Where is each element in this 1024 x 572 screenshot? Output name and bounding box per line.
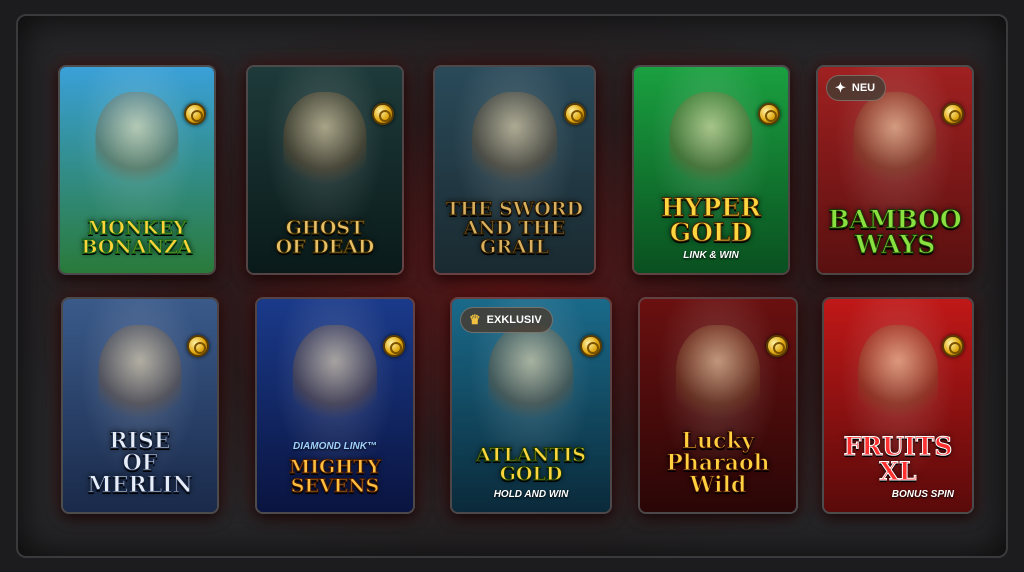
game-tile[interactable]: GHOST OF DEAD [246, 65, 404, 275]
game-tile[interactable]: FRUITS XL BONUS SPIN [822, 297, 974, 514]
game-title: FRUITS XL [843, 432, 953, 486]
badge-label: EXKLUSIV [486, 314, 542, 326]
game-character-art [488, 324, 574, 427]
jackpot-coin-icon [942, 103, 964, 125]
crown-icon: ♛ [469, 312, 481, 327]
new-badge: ✦ NEU [826, 75, 887, 101]
game-character-art [95, 91, 179, 191]
badge-label: NEU [851, 82, 876, 94]
game-character-art [471, 91, 558, 191]
game-tile[interactable]: MIGHTY SEVENS DIAMOND LINK™ [255, 297, 415, 514]
game-title: HYPER GOLD [660, 193, 762, 247]
game-title: BAMBOO WAYS [828, 205, 962, 259]
game-character-art [292, 324, 378, 427]
game-character-art [675, 324, 761, 427]
game-title: RISE OF MERLIN [87, 428, 193, 498]
game-subtitle: DIAMOND LINK™ [293, 441, 377, 452]
game-character-art [669, 91, 753, 191]
jackpot-coin-icon [758, 103, 780, 125]
sparkle-icon: ✦ [835, 80, 846, 95]
game-character-art [98, 324, 182, 427]
jackpot-coin-icon [942, 335, 964, 357]
jackpot-coin-icon [372, 103, 394, 125]
game-tile[interactable]: MONKEY BONANZA [58, 65, 216, 275]
game-subtitle: HOLD AND WIN [493, 489, 569, 500]
game-character-art [283, 91, 367, 191]
game-title: THE SWORD AND THE GRAIL [445, 198, 584, 258]
game-title: MONKEY BONANZA [81, 217, 193, 258]
jackpot-coin-icon [766, 335, 788, 357]
game-character-art [858, 324, 938, 427]
jackpot-coin-icon [187, 335, 209, 357]
jackpot-coin-icon [564, 103, 586, 125]
game-title: GHOST OF DEAD [275, 217, 375, 258]
exclusive-badge: ♛ EXKLUSIV [460, 307, 553, 333]
game-tile[interactable]: THE SWORD AND THE GRAIL [433, 65, 596, 275]
game-subtitle: BONUS SPIN [891, 489, 954, 500]
game-tile[interactable]: HYPER GOLD LINK & WIN [632, 65, 790, 275]
game-character-art [853, 91, 937, 191]
game-title: Lucky Pharaoh Wild [666, 428, 770, 498]
game-tile[interactable]: ATLANTIS GOLD HOLD AND WIN ♛ EXKLUSIV [450, 297, 612, 514]
jackpot-coin-icon [184, 103, 206, 125]
game-tile[interactable]: Lucky Pharaoh Wild [638, 297, 798, 514]
game-tile[interactable]: RISE OF MERLIN [61, 297, 219, 514]
game-title: ATLANTIS GOLD [475, 444, 587, 485]
game-subtitle: LINK & WIN [683, 250, 739, 261]
jackpot-coin-icon [383, 335, 405, 357]
game-tile[interactable]: BAMBOO WAYS ✦ NEU [816, 65, 974, 275]
jackpot-coin-icon [580, 335, 602, 357]
game-title: MIGHTY SEVENS [289, 456, 382, 497]
